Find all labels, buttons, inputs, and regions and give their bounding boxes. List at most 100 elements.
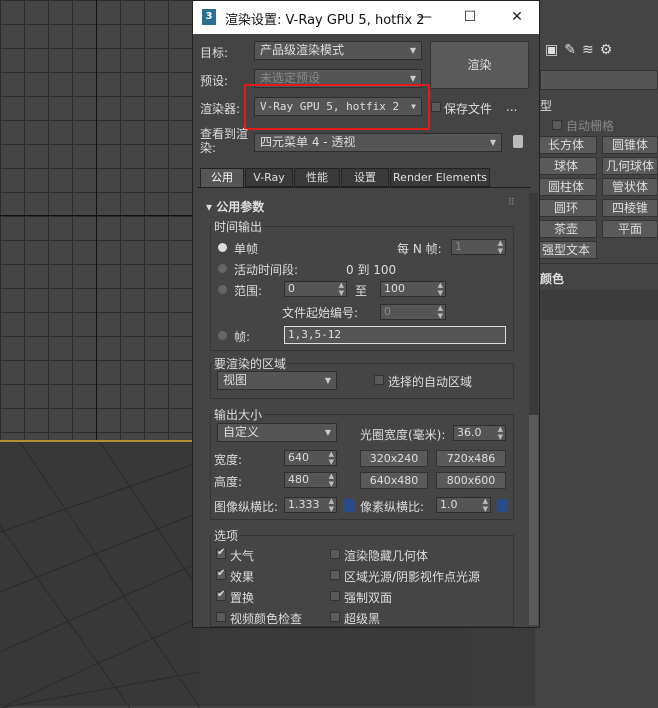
range-radio[interactable] — [218, 285, 227, 294]
displacement-checkbox[interactable] — [216, 589, 226, 601]
single-frame-radio[interactable] — [218, 243, 227, 252]
spinner-arrows-icon: ▲ ▼ — [328, 472, 334, 488]
chevron-down-icon: ▼ — [409, 46, 416, 55]
every-n-spinner[interactable]: 1 ▲ ▼ — [451, 239, 506, 255]
auto-region-checkbox[interactable] — [374, 375, 384, 385]
tab-performance[interactable]: 性能 — [294, 168, 340, 187]
frames-input[interactable]: 1,3,5-12 — [284, 326, 506, 344]
close-button[interactable]: ✕ — [507, 7, 527, 27]
rollout-title-text: 公用参数 — [216, 200, 265, 214]
text-plus-button[interactable]: 强型文本 — [535, 241, 597, 259]
view-dropdown[interactable]: 四元菜单 4 - 透视 ▼ — [254, 133, 502, 152]
image-aspect-label: 图像纵横比: — [214, 500, 279, 514]
super-black-checkbox[interactable] — [330, 612, 340, 622]
torus-button[interactable]: 圆环 — [535, 199, 597, 217]
sphere-button[interactable]: 球体 — [535, 157, 597, 175]
object-type-title: 型 — [540, 99, 553, 113]
auto-grid-label: 自动栅格 — [566, 119, 615, 133]
pixel-aspect-spinner[interactable]: 1.0 ▲ ▼ — [436, 497, 491, 513]
chevron-down-icon: ▼ — [324, 428, 331, 437]
command-panel-toolbar[interactable]: ▣✎≋⚙ — [545, 42, 618, 58]
spinner-arrows-icon: ▲ ▼ — [437, 304, 443, 320]
active-segment-radio[interactable] — [218, 264, 227, 273]
image-aspect-value: 1.333 — [288, 498, 320, 511]
top-viewport-grid[interactable] — [0, 0, 200, 440]
minimize-button[interactable]: — — [415, 7, 435, 27]
cone-button[interactable]: 圆锥体 — [602, 136, 658, 154]
options-title: 选项 — [212, 527, 241, 544]
output-preset-value: 自定义 — [223, 425, 260, 439]
scrollbar-thumb[interactable] — [529, 415, 538, 625]
area-dropdown[interactable]: 视图 ▼ — [217, 371, 337, 390]
tube-button[interactable]: 管状体 — [602, 178, 658, 196]
output-preset-dropdown[interactable]: 自定义 ▼ — [217, 423, 337, 442]
perspective-grid — [0, 442, 200, 708]
chevron-down-icon: ▼ — [324, 376, 331, 385]
plane-button[interactable]: 平面 — [602, 220, 658, 238]
tab-divider — [197, 187, 531, 188]
atmosphere-checkbox[interactable] — [216, 547, 226, 559]
preset-640x480-button[interactable]: 640x480 — [360, 472, 428, 489]
range-to-spinner[interactable]: 100 ▲ ▼ — [380, 281, 446, 297]
video-color-check-label: 视频颜色检查 — [230, 612, 303, 626]
tab-common[interactable]: 公用 — [200, 168, 244, 188]
rollout-title[interactable]: ▾ 公用参数 — [206, 198, 264, 215]
frames-radio[interactable] — [218, 331, 227, 340]
image-aspect-spinner[interactable]: 1.333 ▲ ▼ — [284, 497, 337, 513]
spinner-arrows-icon: ▲ ▼ — [328, 450, 334, 466]
name-color-area — [535, 290, 658, 320]
grid-axis-horizontal — [0, 215, 200, 216]
cylinder-button[interactable]: 圆柱体 — [535, 178, 597, 196]
spinner-arrows-icon: ▲ ▼ — [497, 239, 503, 255]
auto-grid-checkbox[interactable] — [552, 120, 562, 130]
box-button[interactable]: 长方体 — [535, 136, 597, 154]
geosphere-button[interactable]: 几何球体 — [602, 157, 658, 175]
tab-vray[interactable]: V-Ray — [245, 168, 293, 187]
height-spinner[interactable]: 480 ▲ ▼ — [284, 472, 337, 488]
name-color-title: 颜色 — [540, 272, 565, 286]
render-hidden-checkbox[interactable] — [330, 549, 340, 559]
render-button[interactable]: 渲染 — [430, 41, 529, 89]
height-value: 480 — [288, 473, 309, 486]
range-from-spinner[interactable]: 0 ▲ ▼ — [284, 281, 347, 297]
create-category-dropdown[interactable] — [540, 70, 658, 90]
lock-icon[interactable] — [513, 135, 523, 148]
effects-checkbox[interactable] — [216, 568, 226, 580]
pixel-aspect-value: 1.0 — [440, 498, 458, 511]
view-label: 查看到渲 染: — [200, 127, 249, 155]
aperture-spinner[interactable]: 36.0 ▲ ▼ — [453, 425, 506, 441]
tab-settings[interactable]: 设置 — [341, 168, 389, 187]
width-label: 宽度: — [214, 453, 243, 467]
pyramid-button[interactable]: 四棱锥 — [602, 199, 658, 217]
file-start-spinner[interactable]: 0 ▲ ▼ — [380, 304, 446, 320]
save-file-checkbox[interactable] — [431, 102, 441, 112]
area-lights-checkbox[interactable] — [330, 570, 340, 580]
area-to-render-title: 要渲染的区域 — [212, 355, 289, 372]
maximize-button[interactable]: ☐ — [460, 7, 480, 27]
every-n-label: 每 N 帧: — [397, 242, 442, 256]
active-segment-label: 活动时间段: — [234, 263, 299, 277]
range-from-value: 0 — [288, 282, 295, 295]
height-label: 高度: — [214, 475, 243, 489]
command-panel — [535, 0, 658, 706]
video-color-check-checkbox[interactable] — [216, 612, 226, 622]
pixel-aspect-lock-icon[interactable] — [497, 499, 508, 512]
drag-handle-icon[interactable]: ⠿ — [508, 198, 515, 208]
perspective-viewport[interactable] — [0, 440, 200, 708]
save-file-options-button[interactable]: ... — [506, 100, 517, 114]
title-bar[interactable]: 3 渲染设置: V-Ray GPU 5, hotfix 2 — ☐ ✕ — [193, 1, 539, 34]
target-value: 产品级渲染模式 — [260, 43, 345, 57]
preset-320x240-button[interactable]: 320x240 — [360, 450, 428, 467]
tab-render-elements[interactable]: Render Elements — [390, 168, 490, 187]
teapot-button[interactable]: 茶壶 — [535, 220, 597, 238]
preset-label: 预设: — [200, 74, 229, 88]
view-value: 四元菜单 4 - 透视 — [260, 135, 356, 149]
width-spinner[interactable]: 640 ▲ ▼ — [284, 450, 337, 466]
grid-axis-vertical — [96, 0, 97, 440]
image-aspect-lock-icon[interactable] — [344, 499, 355, 512]
force-2sided-checkbox[interactable] — [330, 591, 340, 601]
target-dropdown[interactable]: 产品级渲染模式 ▼ — [254, 41, 422, 60]
preset-720x486-button[interactable]: 720x486 — [436, 450, 506, 467]
preset-value: 未选定预设 — [260, 71, 321, 85]
preset-800x600-button[interactable]: 800x600 — [436, 472, 506, 489]
